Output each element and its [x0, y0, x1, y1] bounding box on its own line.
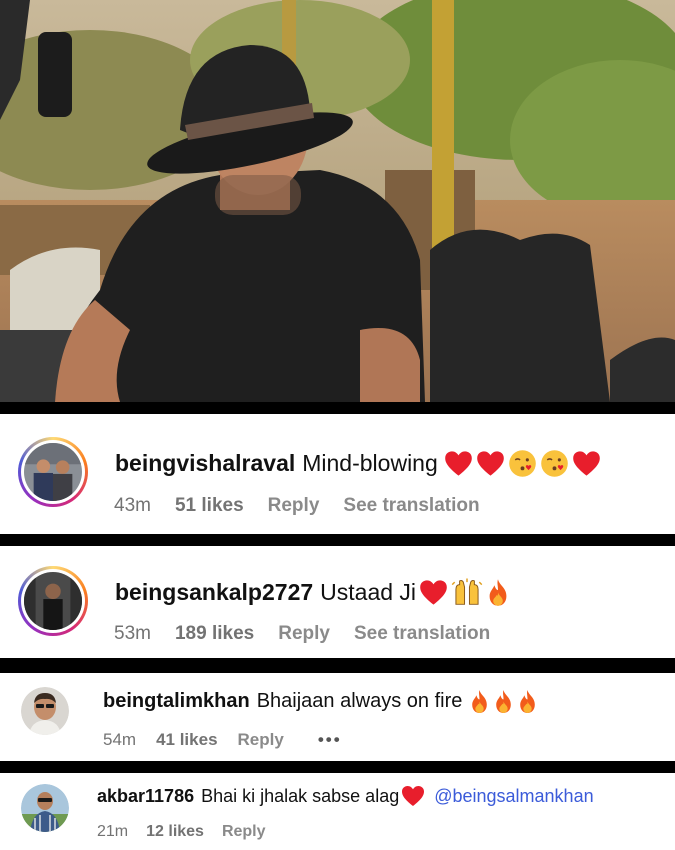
comment-time: 21m: [97, 823, 129, 840]
comment-username[interactable]: akbar11786: [97, 786, 194, 807]
reply-button[interactable]: Reply: [238, 730, 284, 750]
avatar[interactable]: [18, 566, 88, 636]
more-options-icon[interactable]: •••: [318, 730, 342, 750]
avatar-image: [24, 572, 82, 630]
red-heart-icon: [476, 451, 504, 476]
comment-text: Ustaad Ji: [320, 578, 417, 605]
fire-icon: [520, 690, 536, 713]
see-translation-button[interactable]: See translation: [354, 623, 490, 645]
see-translation-button[interactable]: See translation: [343, 495, 479, 517]
comment-card: beingsankalp2727 Ustaad Ji 53m 189 likes…: [0, 546, 675, 658]
avatar[interactable]: [18, 437, 88, 507]
reply-button[interactable]: Reply: [268, 495, 320, 517]
fire-icon: [472, 690, 488, 713]
red-heart-icon: [402, 786, 425, 806]
fire-icon: [496, 690, 512, 713]
red-heart-icon: [444, 451, 472, 476]
mention-link[interactable]: @beingsalmankhan: [434, 786, 593, 807]
comment-likes[interactable]: 51 likes: [175, 495, 244, 517]
face-blowing-kiss-icon: [508, 450, 536, 477]
avatar-image: [21, 687, 69, 735]
avatar-image: [24, 443, 82, 501]
raising-hands-icon: [451, 578, 483, 605]
comment-text: Bhaijaan always on fire: [256, 690, 463, 712]
post-image: [0, 0, 675, 402]
comment-username[interactable]: beingvishalraval: [115, 450, 295, 477]
face-blowing-kiss-icon: [540, 450, 568, 477]
comment-time: 53m: [114, 623, 151, 644]
comment-likes[interactable]: 41 likes: [156, 730, 217, 750]
reply-button[interactable]: Reply: [222, 823, 266, 841]
comment-time: 54m: [103, 730, 137, 749]
comment-card: akbar11786 Bhai ki jhalak sabse alag @be…: [0, 773, 675, 850]
fire-icon: [489, 578, 507, 606]
comment-card: beingtalimkhan Bhaijaan always on fire 5…: [0, 673, 675, 761]
comment-username[interactable]: beingtalimkhan: [103, 690, 250, 713]
avatar-image: [21, 784, 69, 832]
comment-likes[interactable]: 12 likes: [146, 823, 204, 841]
comment-card: beingvishalraval Mind-blowing 43m 51 lik…: [0, 414, 675, 534]
post-photo: [0, 0, 675, 402]
comment-text: Bhai ki jhalak sabse alag: [201, 785, 400, 806]
comment-username[interactable]: beingsankalp2727: [115, 579, 313, 606]
red-heart-icon: [420, 579, 447, 605]
comment-likes[interactable]: 189 likes: [175, 623, 254, 645]
avatar[interactable]: [21, 687, 69, 735]
comment-text: Mind-blowing: [302, 450, 438, 476]
avatar[interactable]: [21, 784, 69, 832]
comment-time: 43m: [114, 495, 151, 516]
reply-button[interactable]: Reply: [278, 623, 330, 645]
red-heart-icon: [572, 451, 600, 476]
